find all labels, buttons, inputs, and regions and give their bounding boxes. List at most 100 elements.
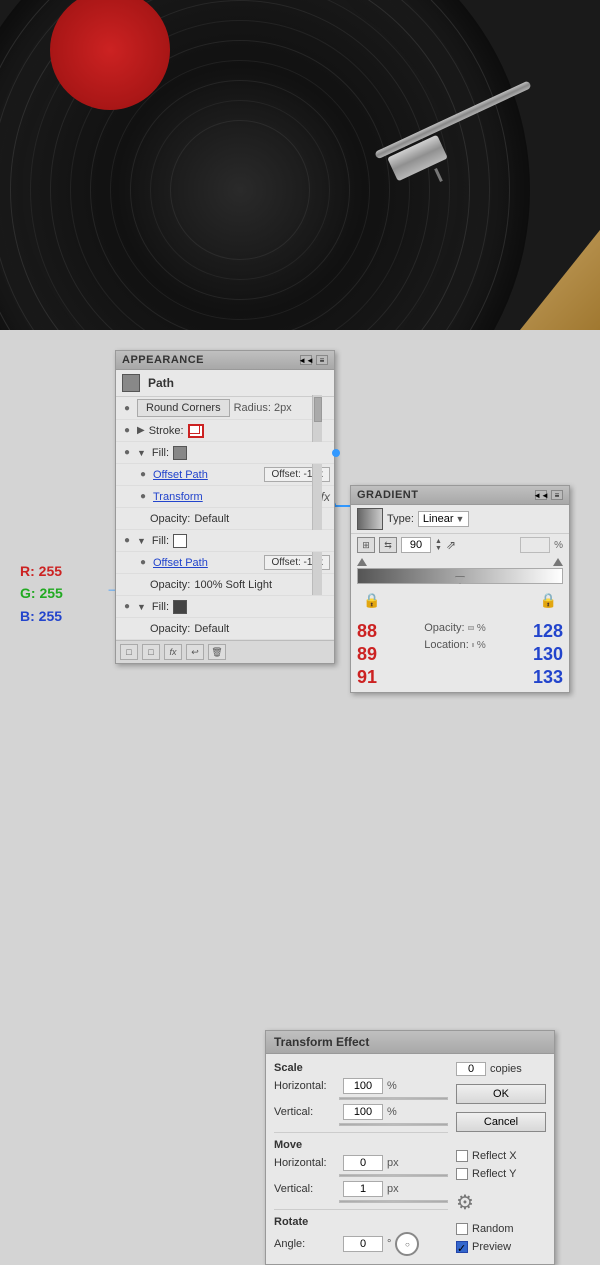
scale-h-slider[interactable] <box>339 1097 448 1100</box>
location-slider[interactable] <box>472 643 474 647</box>
move-v-input[interactable] <box>343 1181 383 1197</box>
gradient-lock-row: 🔒 🔒 <box>357 584 563 611</box>
grad-stop-top-right[interactable] <box>553 558 563 566</box>
right-b-row: 133 <box>533 667 563 688</box>
footer-btn-undo[interactable]: ↩ <box>186 644 204 660</box>
opacity-row-2: Opacity: 100% Soft Light <box>116 574 334 596</box>
expand-chevron-3[interactable]: ▼ <box>137 602 146 612</box>
eye-icon-fill2[interactable]: ● <box>120 534 134 548</box>
appearance-footer: □ □ fx ↩ 🗑 <box>116 640 334 663</box>
angle-input[interactable] <box>401 537 431 553</box>
gradient-top-stops <box>357 558 563 566</box>
fill-swatch-2[interactable] <box>173 534 187 548</box>
preview-row: ✓ Preview <box>456 1241 546 1253</box>
ok-button[interactable]: OK <box>456 1084 546 1104</box>
rgb-indicator: R: 255 G: 255 B: 255 <box>20 560 63 627</box>
eye-icon-stroke[interactable]: ● <box>120 424 134 438</box>
stroke-swatch[interactable] <box>188 424 204 438</box>
scale-v-row: Vertical: % <box>274 1104 448 1120</box>
scale-v-slider[interactable] <box>339 1123 448 1126</box>
gradient-sliders: Opacity: % Location: % <box>414 621 496 688</box>
reflect-x-label: Reflect X <box>472 1150 517 1162</box>
angle-down[interactable]: ▼ <box>435 545 442 552</box>
fill-label-3: Fill: <box>152 601 169 613</box>
offset-path-link-2[interactable]: Offset Path <box>153 557 208 569</box>
offset-path-content-1: Offset Path Offset: -1px <box>153 467 330 482</box>
angle-dial[interactable]: ○ <box>395 1232 419 1256</box>
lock-icon-right[interactable]: 🔒 <box>540 592 557 609</box>
eye-icon-fill3[interactable]: ● <box>120 600 134 614</box>
opacity-row-1: Opacity: Default <box>116 508 334 530</box>
opacity-value-2: 100% Soft Light <box>194 579 272 591</box>
fill-swatch-1[interactable] <box>173 446 187 460</box>
opacity-label-2: Opacity: <box>150 579 190 591</box>
type-dropdown-arrow[interactable]: ▼ <box>455 514 464 524</box>
scale-v-input[interactable] <box>343 1104 383 1120</box>
gradient-type-value: Linear <box>423 513 454 525</box>
menu-button[interactable]: ≡ <box>316 355 328 365</box>
appearance-titlebar: APPEARANCE ◄◄ ≡ <box>116 351 334 370</box>
scale-h-label: Horizontal: <box>274 1080 339 1092</box>
left-g-row: 89 <box>357 644 377 665</box>
footer-btn-delete[interactable]: 🗑 <box>208 644 226 660</box>
angle-up[interactable]: ▲ <box>435 538 442 545</box>
link-icon[interactable]: ⇗ <box>446 538 456 552</box>
collapse-button[interactable]: ◄◄ <box>300 355 312 365</box>
reflect-y-label: Reflect Y <box>472 1168 516 1180</box>
expand-chevron[interactable]: ▼ <box>137 448 146 458</box>
fill-label-2: Fill: <box>152 535 169 547</box>
gradient-reverse-icon[interactable]: ⇆ <box>379 537 397 553</box>
eye-icon-op2[interactable]: ● <box>136 556 150 570</box>
preview-checkbox[interactable]: ✓ <box>456 1241 468 1253</box>
transform-body: Scale Horizontal: % Vertical: % Move <box>266 1054 554 1264</box>
angle-input-transform[interactable] <box>343 1236 383 1252</box>
location-slider-row: Location: % <box>418 638 492 652</box>
move-h-slider[interactable] <box>339 1174 448 1177</box>
lock-icon-left[interactable]: 🔒 <box>363 592 380 609</box>
gradient-collapse-btn[interactable]: ◄◄ <box>535 490 547 500</box>
percent-input[interactable] <box>520 537 550 553</box>
copies-input[interactable] <box>456 1062 486 1076</box>
scale-h-input[interactable] <box>343 1078 383 1094</box>
scale-h-row: Horizontal: % <box>274 1078 448 1094</box>
opacity-content-3: Opacity: Default <box>150 623 330 635</box>
footer-btn-square1[interactable]: □ <box>120 644 138 660</box>
gradient-preview-swatch[interactable] <box>357 508 383 530</box>
round-corners-button[interactable]: Round Corners <box>137 399 230 417</box>
gradient-type-selector[interactable]: Linear ▼ <box>418 511 470 527</box>
eye-icon-fill1[interactable]: ● <box>120 446 134 460</box>
expand-arrow[interactable]: ▶ <box>137 425 145 436</box>
grad-stop-top-left[interactable] <box>357 558 367 566</box>
footer-btn-fx[interactable]: fx <box>164 644 182 660</box>
eye-icon[interactable]: ● <box>120 401 134 415</box>
random-checkbox[interactable] <box>456 1223 468 1235</box>
gradient-menu-btn[interactable]: ≡ <box>551 490 563 500</box>
transform-link[interactable]: Transform <box>153 491 203 503</box>
opacity-slider[interactable] <box>468 626 474 630</box>
move-h-input[interactable] <box>343 1155 383 1171</box>
eye-icon-transform[interactable]: ● <box>136 490 150 504</box>
gradient-values: 88 89 91 Opacity: % Location: % <box>351 617 569 692</box>
cancel-button[interactable]: Cancel <box>456 1112 546 1132</box>
angle-deg: ° <box>387 1238 391 1250</box>
move-h-unit: px <box>387 1157 399 1169</box>
left-r-row: 88 <box>357 621 377 642</box>
gradient-left-values: 88 89 91 <box>357 621 377 688</box>
reflect-y-checkbox[interactable] <box>456 1168 468 1180</box>
fill-swatch-3[interactable] <box>173 600 187 614</box>
vinyl-ring <box>170 120 310 260</box>
scrollbar[interactable] <box>312 395 322 595</box>
eye-icon-op1[interactable]: ● <box>136 468 150 482</box>
grad-diamond-stop[interactable] <box>455 576 465 584</box>
opacity-value-3: Default <box>194 623 229 635</box>
gradient-bar[interactable] <box>357 568 563 584</box>
scroll-thumb[interactable] <box>314 397 322 422</box>
reflect-x-checkbox[interactable] <box>456 1150 468 1162</box>
g-value: G: 255 <box>20 582 63 604</box>
expand-chevron-2[interactable]: ▼ <box>137 536 146 546</box>
angle-steppers[interactable]: ▲ ▼ <box>435 538 442 552</box>
footer-btn-square2[interactable]: □ <box>142 644 160 660</box>
gradient-grid-icon[interactable]: ⊞ <box>357 537 375 553</box>
move-v-slider[interactable] <box>339 1200 448 1203</box>
offset-path-link-1[interactable]: Offset Path <box>153 469 208 481</box>
